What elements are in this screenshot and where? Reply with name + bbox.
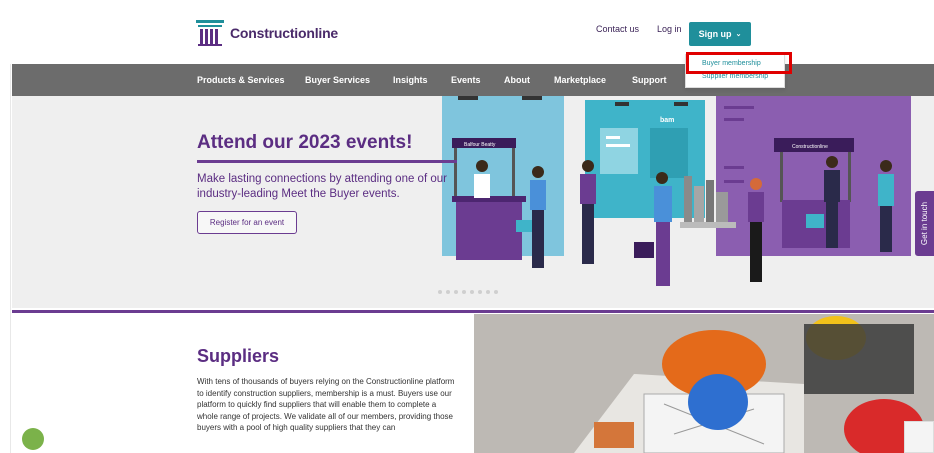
sign-up-label: Sign up	[698, 29, 732, 39]
carousel-dot[interactable]	[446, 290, 450, 294]
page: Constructionline Contact us Log in Sign …	[0, 0, 934, 453]
site-header: Constructionline Contact us Log in Sign …	[0, 0, 934, 64]
main-nav: Products & Services Buyer Services Insig…	[12, 64, 934, 96]
carousel-dot[interactable]	[494, 290, 498, 294]
suppliers-description: With tens of thousands of buyers relying…	[197, 377, 455, 432]
hero-description: Make lasting connections by attending on…	[197, 173, 447, 200]
events-hero: Balfour Beatty bam Constructionline	[12, 96, 934, 308]
carousel-dot[interactable]	[454, 290, 458, 294]
nav-buyer-services[interactable]: Buyer Services	[305, 75, 370, 85]
brand-logo[interactable]: Constructionline	[196, 20, 338, 46]
highlight-box	[686, 52, 792, 74]
nav-about[interactable]: About	[504, 75, 530, 85]
contact-us-link[interactable]: Contact us	[596, 24, 639, 34]
column-logo-icon	[196, 20, 224, 46]
carousel-dot[interactable]	[470, 290, 474, 294]
booth-logo-label: bam	[660, 117, 674, 124]
nav-support[interactable]: Support	[632, 75, 667, 85]
booth-sign-label: Balfour Beatty	[464, 142, 496, 148]
nav-marketplace[interactable]: Marketplace	[554, 75, 606, 85]
construction-workers-image	[474, 314, 934, 453]
top-links: Contact us Log in	[596, 24, 700, 34]
events-illustration: Balfour Beatty bam Constructionline	[442, 96, 911, 286]
person	[476, 160, 488, 172]
get-in-touch-tab[interactable]: Get in touch	[915, 191, 934, 256]
brand-name: Constructionline	[230, 25, 339, 41]
nav-events[interactable]: Events	[451, 75, 481, 85]
recaptcha-icon	[904, 421, 934, 453]
page-edge	[10, 0, 11, 453]
eco-badge-icon[interactable]	[22, 428, 44, 450]
carousel-dot[interactable]	[438, 290, 442, 294]
carousel-dot[interactable]	[478, 290, 482, 294]
sign-up-button[interactable]: Sign up ⌄	[689, 22, 751, 46]
log-in-link[interactable]: Log in	[657, 24, 682, 34]
register-event-button[interactable]: Register for an event	[197, 211, 297, 234]
carousel-dot[interactable]	[486, 290, 490, 294]
workers-photo	[474, 314, 934, 453]
carousel-dot[interactable]	[462, 290, 466, 294]
booth-sign-label: Constructionline	[792, 144, 828, 150]
hero-underline	[197, 160, 457, 163]
nav-products-services[interactable]: Products & Services	[197, 75, 285, 85]
carousel-dots	[438, 290, 498, 294]
booth-counter	[456, 200, 522, 260]
hero-title: Attend our 2023 events!	[197, 132, 413, 153]
chevron-down-icon: ⌄	[735, 31, 742, 38]
suppliers-heading: Suppliers	[197, 346, 280, 366]
section-divider	[12, 310, 934, 313]
nav-insights[interactable]: Insights	[393, 75, 428, 85]
get-in-touch-label: Get in touch	[920, 201, 930, 246]
